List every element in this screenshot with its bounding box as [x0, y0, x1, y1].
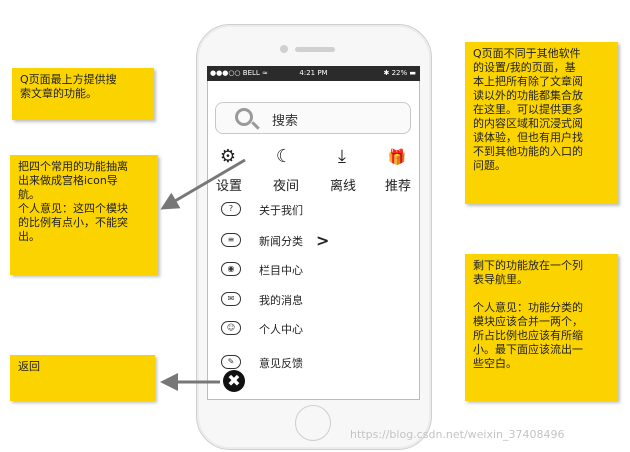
edit-icon: ✎ — [221, 355, 241, 369]
note-overview: Q页面不同于其他软件 的设置/我的页面，基 本上把所有除了文章阅 读以外的功能都… — [465, 42, 618, 204]
moon-icon[interactable]: ☾ — [271, 146, 297, 168]
camera — [280, 45, 288, 53]
grid-item-offline[interactable]: 离线 — [323, 175, 363, 194]
note-back: 返回 — [10, 355, 155, 401]
watermark: https://blog.csdn.net/weixin_37408496 — [350, 428, 565, 441]
grid-item-night[interactable]: 夜间 — [266, 175, 306, 194]
grid-item-recommend[interactable]: 推荐 — [378, 175, 418, 194]
battery-indicator: ✱ 22% ▬ — [383, 69, 417, 77]
grid-item-settings[interactable]: 设置 — [209, 175, 249, 194]
question-icon: ? — [221, 202, 241, 216]
menu-item-news-category[interactable]: 新闻分类 — [259, 233, 303, 249]
menu-item-about[interactable]: 关于我们 — [259, 202, 303, 218]
list-icon: ≡ — [221, 233, 241, 247]
mail-icon: ✉ — [221, 292, 241, 306]
note-search: Q页面最上方提供搜 索文章的功能。 — [12, 68, 154, 120]
menu-item-profile[interactable]: 个人中心 — [259, 321, 303, 337]
search-label: 搜索 — [272, 114, 299, 129]
menu-item-messages[interactable]: 我的消息 — [259, 292, 303, 308]
download-icon[interactable]: ⤓ — [329, 146, 355, 168]
gift-icon[interactable]: 🎁 — [384, 146, 410, 168]
eye-icon: ◉ — [221, 262, 241, 276]
home-button[interactable] — [295, 405, 331, 441]
close-button[interactable]: ✖ — [223, 370, 245, 392]
user-icon: ☺ — [221, 321, 241, 335]
menu-item-feedback[interactable]: 意见反馈 — [259, 355, 303, 371]
gear-icon[interactable]: ⚙ — [215, 146, 241, 168]
speaker — [295, 47, 335, 52]
menu-item-column-center[interactable]: 栏目中心 — [259, 262, 303, 278]
chevron-right-icon[interactable]: > — [316, 231, 329, 250]
note-list: 剩下的功能放在一个列 表导航里。 个人意见：功能分类的 模块应该合并一两个， 所… — [465, 254, 618, 401]
note-grid: 把四个常用的功能抽离 出来做成宫格icon导 航。 个人意见：这四个模块 的比例… — [10, 155, 158, 275]
status-bar: ●●●○○ BELL ≈ 4:21 PM ✱ 22% ▬ — [207, 66, 420, 81]
